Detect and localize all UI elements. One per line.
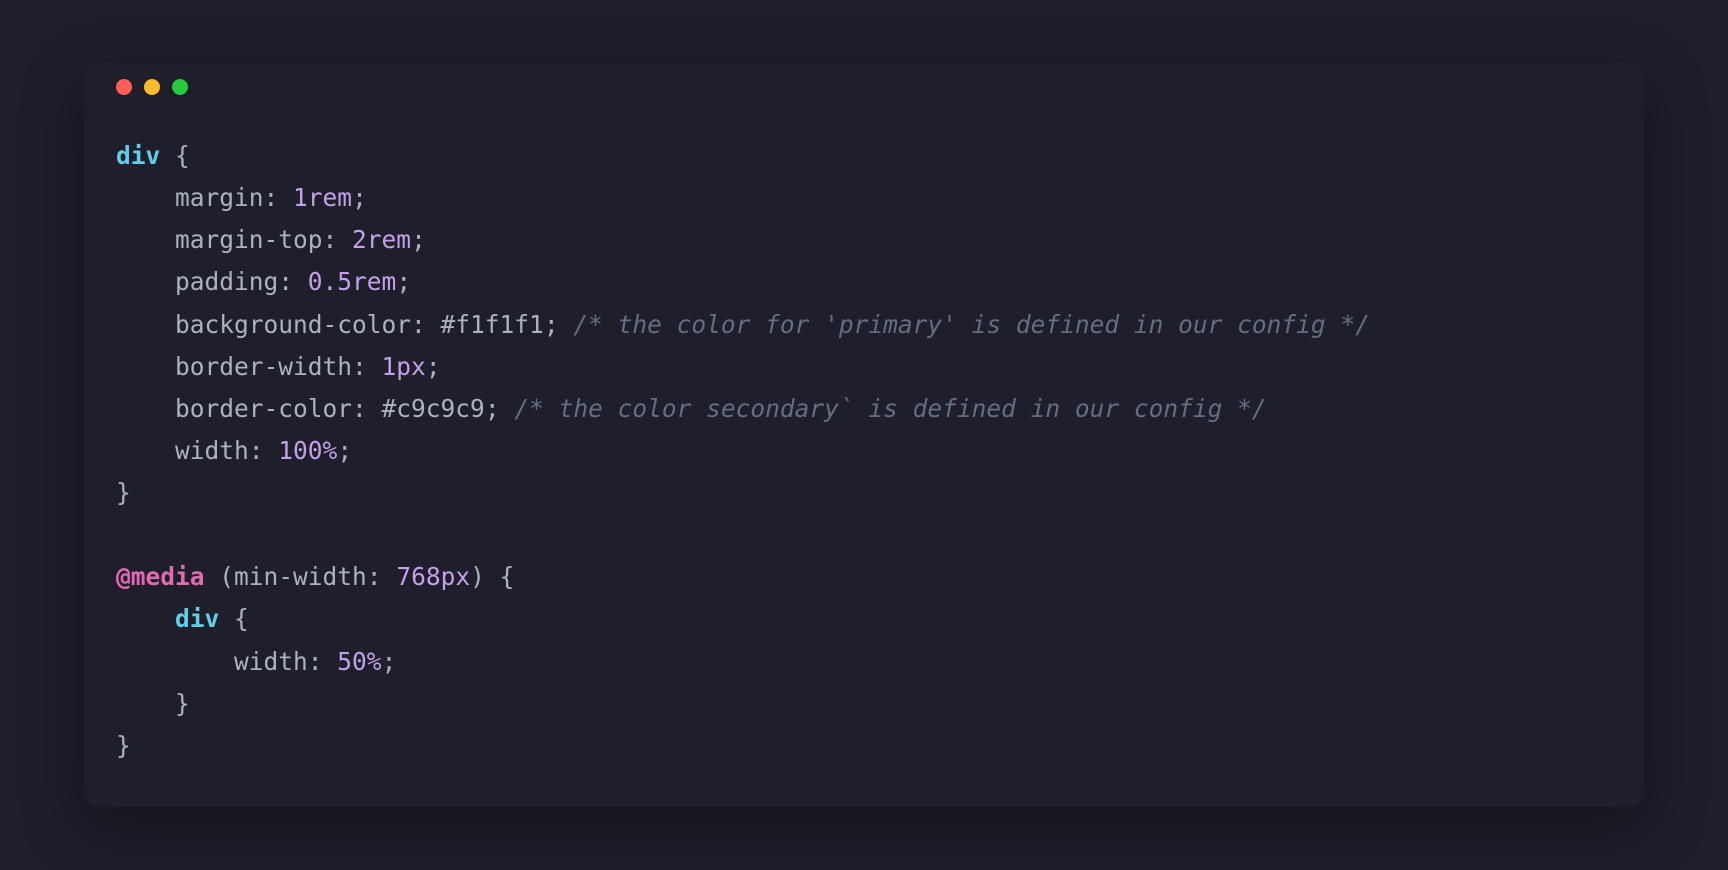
code-line: border-color: #c9c9c9; /* the color seco… <box>116 394 1267 423</box>
prop-width: width <box>175 436 249 465</box>
prop-bgcolor: background-color <box>175 310 411 339</box>
code-line: margin-top: 2rem; <box>116 225 426 254</box>
close-icon[interactable] <box>116 79 132 95</box>
code-line: border-width: 1px; <box>116 352 441 381</box>
val-width-50: 50% <box>337 647 381 676</box>
selector-div: div <box>116 141 160 170</box>
code-line: margin: 1rem; <box>116 183 367 212</box>
val-width: 100% <box>278 436 337 465</box>
zoom-icon[interactable] <box>172 79 188 95</box>
val-margin: 1rem <box>293 183 352 212</box>
prop-padding: padding <box>175 267 278 296</box>
selector-div: div <box>175 604 219 633</box>
val-border-color: #c9c9c9 <box>382 394 485 423</box>
code-line: } <box>116 731 131 760</box>
brace-close: } <box>116 478 131 507</box>
val-margin-top: 2rem <box>352 225 411 254</box>
code-line: div { <box>116 141 190 170</box>
code-window: div { margin: 1rem; margin-top: 2rem; pa… <box>84 63 1644 807</box>
val-min-width: 768px <box>396 562 470 591</box>
code-block: div { margin: 1rem; margin-top: 2rem; pa… <box>84 111 1644 807</box>
minimize-icon[interactable] <box>144 79 160 95</box>
prop-border-color: border-color <box>175 394 352 423</box>
code-line: } <box>116 478 131 507</box>
comment-secondary: /* the color secondary` is defined in ou… <box>514 394 1266 423</box>
prop-min-width: min-width <box>234 562 367 591</box>
code-line: background-color: #f1f1f1; /* the color … <box>116 310 1370 339</box>
val-bgcolor: #f1f1f1 <box>441 310 544 339</box>
prop-margin: margin <box>175 183 264 212</box>
comment-primary: /* the color for 'primary' is defined in… <box>573 310 1370 339</box>
code-line: width: 50%; <box>116 647 396 676</box>
prop-width: width <box>234 647 308 676</box>
val-padding: 0.5rem <box>308 267 397 296</box>
brace-open: { <box>160 141 190 170</box>
code-line: } <box>116 689 190 718</box>
code-line: @media (min-width: 768px) { <box>116 562 514 591</box>
prop-margin-top: margin-top <box>175 225 323 254</box>
keyword-media: @media <box>116 562 205 591</box>
code-line: padding: 0.5rem; <box>116 267 411 296</box>
val-border-width: 1px <box>382 352 426 381</box>
prop-border-width: border-width <box>175 352 352 381</box>
code-line: div { <box>116 604 249 633</box>
code-line: width: 100%; <box>116 436 352 465</box>
titlebar <box>84 63 1644 111</box>
